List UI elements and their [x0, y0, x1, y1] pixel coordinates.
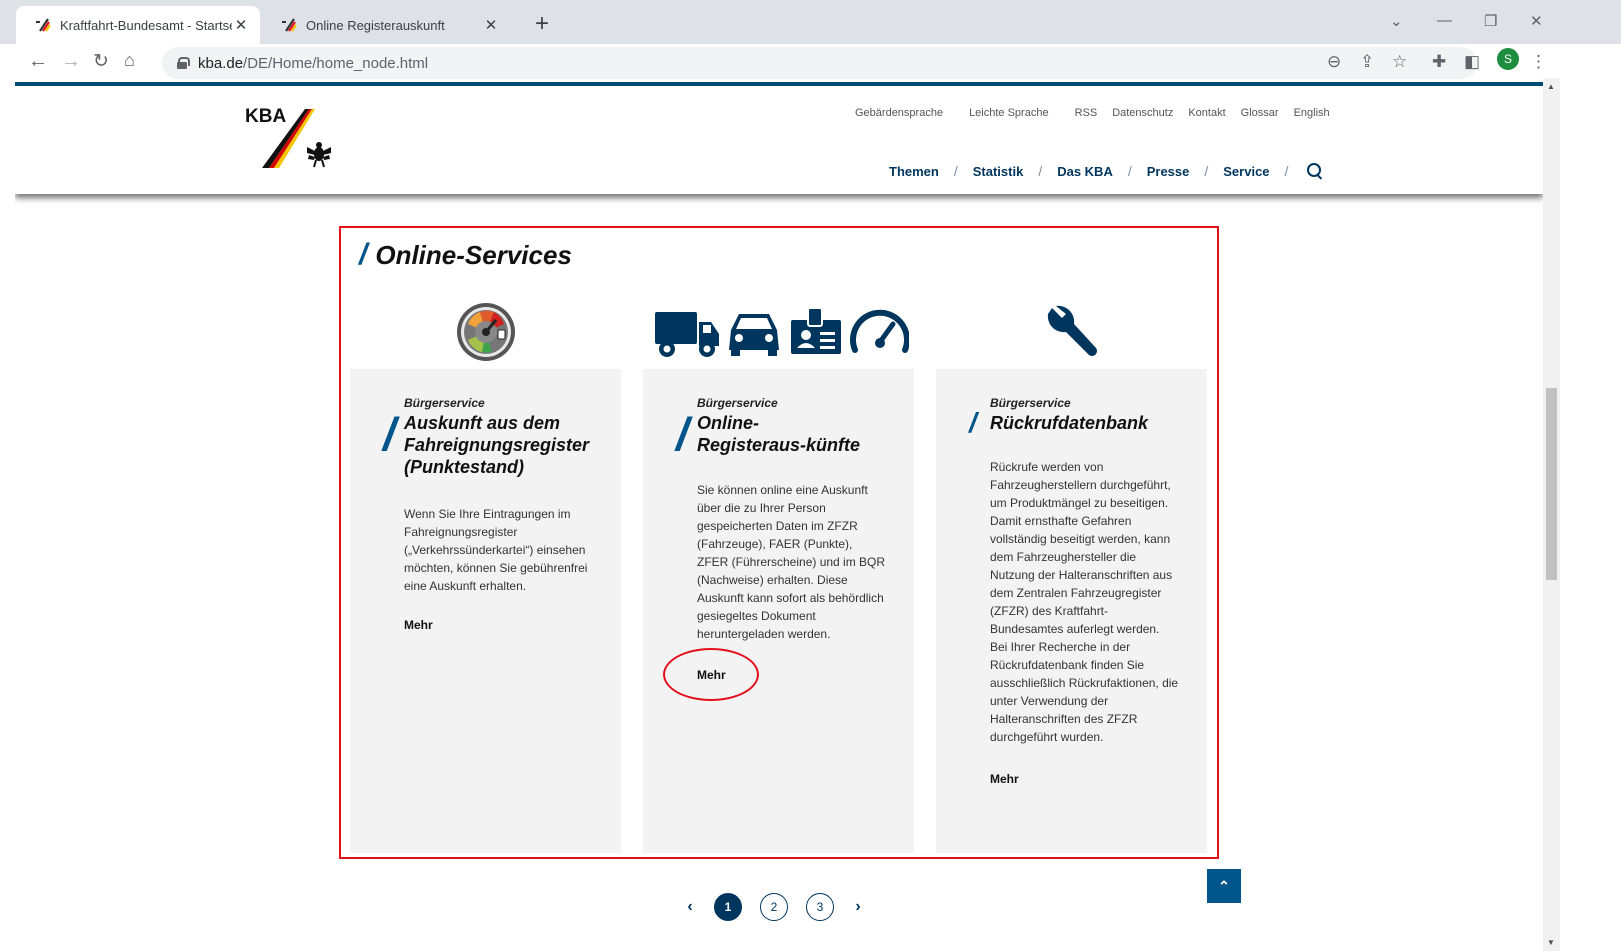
util-link-english[interactable]: English	[1294, 107, 1330, 119]
logo-flag-slash-icon	[262, 109, 331, 168]
share-icon[interactable]: ⇪	[1360, 52, 1374, 72]
util-link-kontakt[interactable]: Kontakt	[1188, 107, 1225, 119]
kba-logo[interactable]: KBA	[245, 106, 345, 176]
address-bar[interactable]: kba.de/DE/Home/home_node.html	[162, 47, 1477, 79]
side-panel-icon[interactable]: ◧	[1464, 52, 1480, 72]
page-2[interactable]: 2	[760, 893, 788, 921]
menu-icon[interactable]: ⋮	[1530, 52, 1547, 72]
forward-icon[interactable]: →	[61, 50, 81, 73]
profile-avatar[interactable]: S	[1497, 48, 1519, 70]
utility-nav: Gebärdensprache Leichte Sprache RSS Date…	[855, 107, 1345, 119]
kba-favicon	[280, 18, 298, 32]
page-3[interactable]: 3	[806, 893, 834, 921]
tab-title: Kraftfahrt-Bundesamt - Startseite	[60, 17, 232, 33]
nav-statistik[interactable]: Statistik	[973, 164, 1024, 179]
minimize-icon[interactable]: —	[1437, 12, 1452, 29]
site-header: KBA Gebärdensprache Leichte Sprache RSS …	[15, 86, 1543, 194]
scrollbar-thumb[interactable]	[1546, 388, 1557, 580]
url-path: /DE/Home/home_node.html	[243, 54, 429, 72]
tab-strip: Kraftfahrt-Bundesamt - Startseite ✕ Onli…	[0, 0, 1621, 44]
browser-chrome: Kraftfahrt-Bundesamt - Startseite ✕ Onli…	[0, 0, 1621, 86]
util-link-datenschutz[interactable]: Datenschutz	[1112, 107, 1173, 119]
nav-themen[interactable]: Themen	[889, 164, 939, 179]
util-link-rss[interactable]: RSS	[1075, 107, 1098, 119]
scrollbar[interactable]: ▲ ▼	[1543, 78, 1560, 951]
lock-icon	[176, 57, 190, 69]
nav-service[interactable]: Service	[1223, 164, 1269, 179]
back-to-top-button[interactable]: ⌃	[1207, 869, 1241, 903]
nav-das-kba[interactable]: Das KBA	[1057, 164, 1113, 179]
tab-kba-startseite[interactable]: Kraftfahrt-Bundesamt - Startseite ✕	[16, 6, 260, 44]
close-tab-icon[interactable]: ✕	[482, 16, 500, 34]
next-page-icon[interactable]: ›	[843, 898, 873, 916]
page-content: KBA Gebärdensprache Leichte Sprache RSS …	[15, 86, 1543, 951]
home-icon[interactable]: ⌂	[124, 50, 135, 71]
page-1[interactable]: 1	[714, 893, 742, 921]
annotation-highlight-box	[339, 226, 1219, 859]
tab-online-registerauskunft[interactable]: Online Registerauskunft ✕	[262, 6, 510, 44]
nav-presse[interactable]: Presse	[1147, 164, 1190, 179]
tab-title: Online Registerauskunft	[306, 17, 445, 33]
util-link-glossar[interactable]: Glossar	[1241, 107, 1279, 119]
util-link-leichte-sprache[interactable]: Leichte Sprache	[969, 107, 1049, 119]
scroll-up-icon[interactable]: ▲	[1547, 82, 1555, 91]
restore-icon[interactable]: ❐	[1484, 12, 1497, 30]
search-icon[interactable]	[1307, 163, 1323, 179]
zoom-icon[interactable]: ⊖	[1327, 52, 1341, 72]
pagination: ‹ 1 2 3 ›	[675, 893, 873, 921]
extensions-icon[interactable]: ✚	[1432, 52, 1446, 72]
prev-page-icon[interactable]: ‹	[675, 898, 705, 916]
scroll-down-icon[interactable]: ▼	[1547, 938, 1555, 947]
annotation-highlight-ellipse	[663, 648, 759, 701]
kba-favicon	[34, 18, 52, 32]
close-tab-icon[interactable]: ✕	[232, 16, 250, 34]
browser-toolbar: ← → ↻ ⌂ kba.de/DE/Home/home_node.html ⊖ …	[0, 44, 1621, 82]
bookmark-star-icon[interactable]: ☆	[1392, 52, 1407, 72]
back-icon[interactable]: ←	[28, 50, 48, 73]
main-nav: Themen / Statistik / Das KBA / Presse / …	[889, 163, 1323, 179]
util-link-gebaerdensprache[interactable]: Gebärdensprache	[855, 107, 943, 119]
new-tab-icon[interactable]: +	[535, 10, 549, 38]
reload-icon[interactable]: ↻	[93, 50, 109, 73]
window-close-icon[interactable]: ✕	[1530, 12, 1543, 30]
tab-search-icon[interactable]: ⌄	[1390, 12, 1403, 30]
url-host: kba.de	[198, 54, 244, 72]
